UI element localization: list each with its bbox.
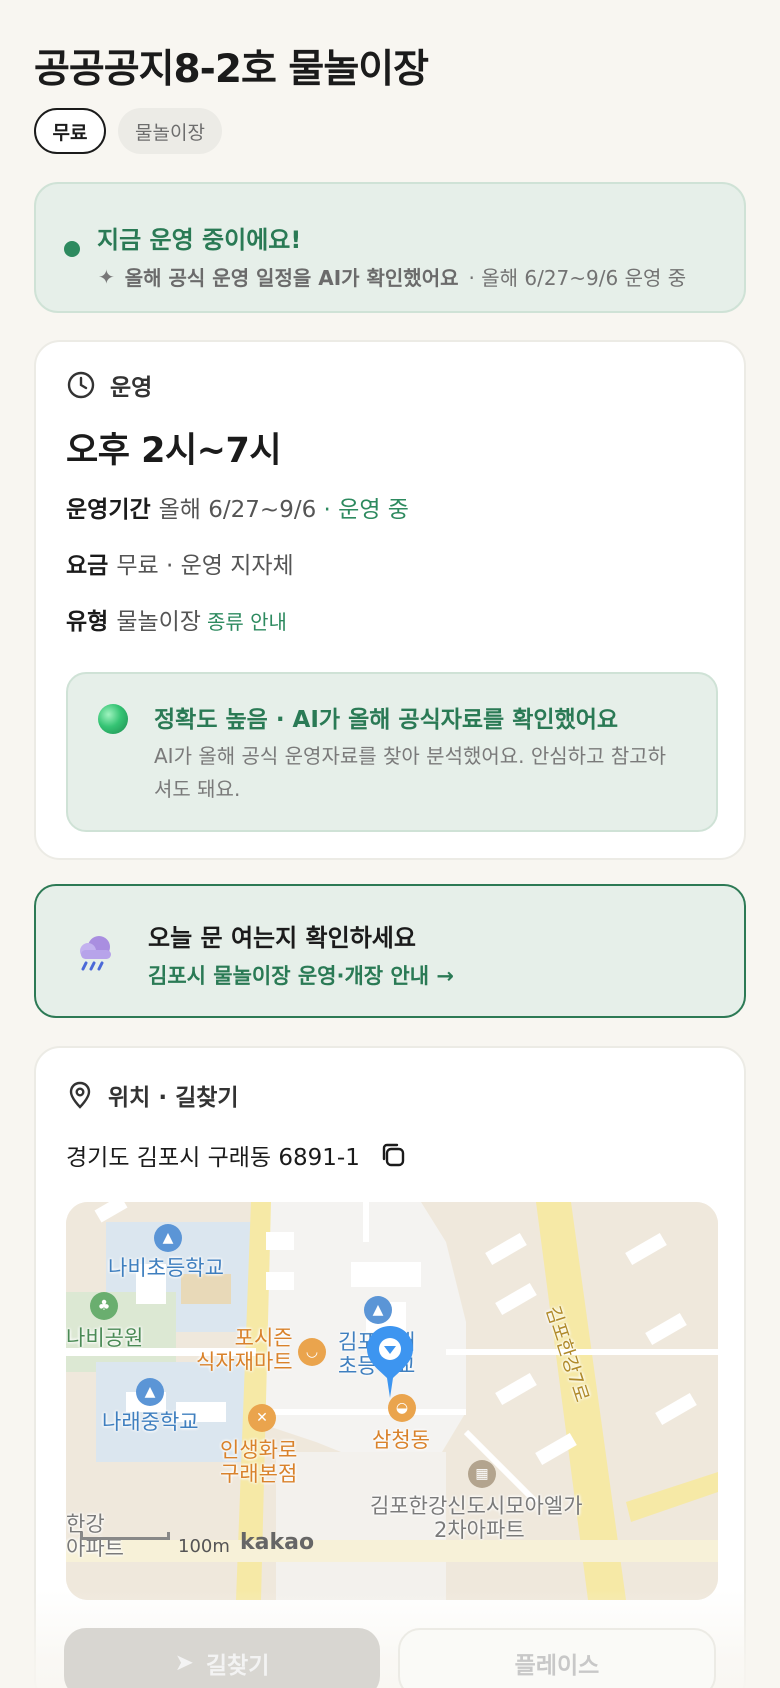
ai-note-suffix: · 올해 6/27~9/6 운영 중 [468,266,687,290]
place-label: 플레이스 [514,1653,600,1679]
sparkle-icon: ✦ [98,264,115,289]
restaurant-icon: ✕ [248,1404,276,1432]
period-key: 운영기간 [66,497,151,523]
type-guide-link[interactable]: 종류 안내 [207,610,287,634]
apartment-icon: ▦ [468,1460,496,1488]
navigate-label: 길찾기 [205,1653,270,1679]
type-row: 유형 물놀이장 종류 안내 [66,602,287,636]
map-label-cafe: 삼청동 [372,1428,430,1452]
location-marker-icon [367,1326,413,1398]
check-open-banner[interactable]: 오늘 문 여는지 확인하세요 김포시 물놀이장 운영·개장 안내 → [34,884,746,1018]
accuracy-box: 정확도 높음 · AI가 올해 공식자료를 확인했어요 AI가 올해 공식 운영… [66,672,718,832]
map-view[interactable]: ▲ 나비초등학교 ♣ 나비공원 ▲ 나래중학교 포시즌 식자재마트 ◡ ▲ 김포… [66,1202,718,1600]
operation-section-header: 운영 [66,368,152,402]
map-label-park: 나비공원 [66,1326,144,1350]
period-status: · 운영 중 [323,497,409,523]
accuracy-orb-icon [98,704,128,734]
map-label-school2: 나래중학교 [102,1410,199,1434]
accuracy-title: 정확도 높음 · AI가 올해 공식자료를 확인했어요 [154,707,619,733]
map-label-mart: 포시즌 식자재마트 [196,1326,293,1374]
chip-type[interactable]: 물놀이장 [118,108,222,154]
status-title: 지금 운영 중이에요! [97,226,302,254]
school-icon: ▲ [364,1296,392,1324]
page-title: 공공공지8-2호 물놀이장 [34,47,429,92]
map-scale-label: 100m [178,1536,230,1557]
check-banner-link[interactable]: 김포시 물놀이장 운영·개장 안내 → [148,960,454,990]
map-label-restaurant-b: 구래본점 [220,1462,298,1486]
location-section-label: 위치 · 길찾기 [108,1085,239,1111]
map-label-apt-b: 2차아파트 [434,1518,525,1542]
page: 공공공지8-2호 물놀이장 무료 물놀이장 지금 운영 중이에요! ✦ 올해 공… [0,0,780,1688]
type-key: 유형 [66,609,109,635]
operating-hours: 오후 2시~7시 [66,431,282,471]
ai-note-text: 올해 공식 운영 일정을 AI가 확인했어요 [124,266,459,290]
address-row: 경기도 김포시 구래동 6891-1 [66,1138,408,1172]
operating-status-card: 지금 운영 중이에요! ✦ 올해 공식 운영 일정을 AI가 확인했어요 · 올… [34,182,746,313]
period-value: 올해 6/27~9/6 [158,497,317,523]
copy-icon[interactable] [378,1140,408,1170]
address-text: 경기도 김포시 구래동 6891-1 [66,1145,360,1171]
type-value: 물놀이장 [116,609,201,635]
period-row: 운영기간 올해 6/27~9/6 · 운영 중 [66,490,409,524]
status-dot-icon [64,241,80,257]
place-button[interactable]: 플레이스 [398,1628,716,1688]
chip-free[interactable]: 무료 [34,108,106,154]
navigate-button[interactable]: ➤ 길찾기 [64,1628,380,1688]
operation-card: 운영 오후 2시~7시 운영기간 올해 6/27~9/6 · 운영 중 요금 무료 … [34,340,746,860]
location-pin-icon [69,1081,91,1109]
fee-row: 요금 무료 · 운영 지자체 [66,546,294,580]
school-icon: ▲ [154,1224,182,1252]
clock-icon [67,371,95,399]
fee-key: 요금 [66,553,109,579]
park-icon: ♣ [90,1292,118,1320]
map-scale-bar [80,1532,170,1540]
accuracy-description: AI가 올해 공식 운영자료를 찾아 분석했어요. 안심하고 참고하셔도 돼요. [154,744,667,801]
check-banner-title: 오늘 문 여는지 확인하세요 [148,924,416,952]
operation-section-label: 운영 [110,375,153,401]
mart-icon: ◡ [298,1338,326,1366]
school-icon: ▲ [136,1378,164,1406]
navigate-icon: ➤ [174,1650,194,1676]
map-label-school1: 나비초등학교 [108,1256,224,1280]
fee-value: 무료 · 운영 지자체 [116,553,294,579]
rain-cloud-icon [80,936,111,971]
map-brand-logo: kakao [240,1530,315,1555]
location-section-header: 위치 · 길찾기 [66,1078,239,1112]
status-ai-note: ✦ 올해 공식 운영 일정을 AI가 확인했어요 · 올해 6/27~9/6 운… [98,262,686,291]
